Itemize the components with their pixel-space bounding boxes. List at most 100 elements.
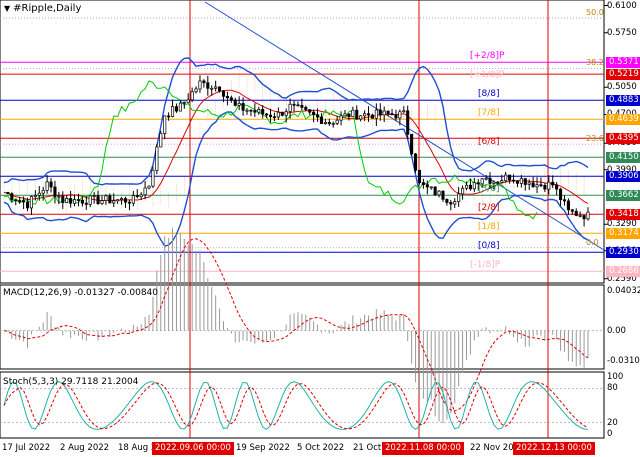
- candle-body: [374, 109, 378, 119]
- candle-body: [249, 109, 253, 112]
- candle-body: [241, 103, 245, 111]
- candle-body: [296, 104, 300, 107]
- candle-body: [88, 195, 92, 205]
- candle-body: [543, 184, 547, 190]
- candle-body: [437, 190, 441, 196]
- bollinger-lower-line: [3, 111, 589, 247]
- candle-body: [233, 99, 237, 106]
- candle-body: [112, 200, 116, 204]
- candle-body: [135, 195, 139, 198]
- price-badge: 0.3418: [606, 208, 640, 220]
- candle-body: [559, 188, 563, 201]
- candle-body: [92, 195, 96, 198]
- candle-body: [229, 97, 233, 101]
- candle-body: [551, 181, 555, 186]
- stoch-axis-label: 80: [607, 383, 618, 394]
- murrey-level-label: [7/8]: [478, 108, 500, 119]
- fib-level-label: 23.6: [586, 134, 604, 144]
- candle-body: [214, 86, 218, 89]
- candle-body: [53, 186, 57, 197]
- candle-body: [159, 133, 163, 148]
- candle-body: [457, 193, 461, 203]
- candle-body: [292, 103, 296, 106]
- candle-body: [182, 101, 186, 104]
- candle-body: [104, 195, 108, 201]
- candle-body: [257, 109, 261, 113]
- murrey-level-label: [3/8]: [478, 184, 500, 195]
- candle-body: [41, 190, 45, 194]
- candle-body: [280, 111, 284, 116]
- candle-body: [496, 181, 500, 184]
- candle-body: [410, 133, 414, 155]
- candle-body: [25, 201, 30, 209]
- candle-body: [202, 80, 206, 84]
- murrey-level-label: [1/8]: [478, 222, 500, 233]
- symbol-label: #Ripple,Daily: [13, 3, 82, 14]
- candle-body: [555, 184, 559, 190]
- candle-body: [80, 199, 84, 204]
- candle-body: [370, 114, 374, 119]
- candle-body: [96, 195, 100, 205]
- candle-body: [100, 200, 104, 205]
- price-axis-label: 0.5750: [607, 27, 637, 38]
- candle-body: [441, 190, 445, 200]
- murrey-level-label: [6/8]: [478, 136, 500, 147]
- time-marker-badge: 2022.09.06 00:00: [152, 442, 234, 455]
- candle-body: [402, 110, 406, 113]
- price-badge: 0.3174: [606, 227, 640, 239]
- candle-body: [61, 195, 65, 203]
- murrey-level-label: [+2/8]P: [470, 51, 505, 62]
- macd-axis-label: 0.00: [607, 325, 626, 336]
- candle-body: [69, 198, 73, 204]
- candle-body: [123, 198, 128, 203]
- trendline: [204, 1, 605, 251]
- candle-body: [312, 111, 316, 116]
- price-badge: 0.2930: [606, 246, 640, 258]
- candle-body: [151, 169, 155, 187]
- candle-body: [186, 99, 190, 103]
- murrey-level-label: [+1/8]P: [470, 70, 505, 81]
- price-badge: 0.4639: [606, 113, 640, 125]
- candle-body: [480, 178, 484, 185]
- candle-body: [523, 178, 527, 185]
- candle-body: [461, 187, 465, 195]
- candle-body: [22, 200, 26, 203]
- time-axis-label: 19 Sep 2022: [236, 443, 290, 453]
- candle-body: [382, 110, 386, 116]
- time-marker-badge: 2022.12.13 00:00: [513, 442, 595, 455]
- candle-body: [492, 181, 496, 184]
- candle-body: [433, 186, 437, 196]
- candle-body: [221, 90, 226, 97]
- candle-body: [511, 179, 516, 182]
- candle-body: [323, 122, 327, 124]
- chikou-line: [3, 80, 538, 220]
- candle-body: [210, 87, 214, 90]
- candle-body: [49, 181, 53, 188]
- candle-body: [272, 116, 276, 119]
- stoch-axis-label: 100: [607, 372, 624, 382]
- main-pane-frame: [0, 0, 605, 284]
- candle-body: [131, 195, 135, 204]
- murrey-level-label: [-1/8]P: [470, 260, 501, 271]
- candle-body: [284, 111, 288, 116]
- candle-body: [390, 113, 394, 116]
- candle-body: [566, 200, 570, 211]
- time-axis-label: 17 Jul 2022: [2, 443, 51, 453]
- candle-body: [167, 115, 171, 118]
- chart-title: ▼ #Ripple,Daily: [4, 3, 81, 14]
- candle-body: [449, 202, 453, 205]
- candle-body: [445, 198, 449, 203]
- price-chart-canvas[interactable]: [0, 0, 640, 457]
- murrey-level-label: [2/8]: [478, 203, 500, 214]
- candle-body: [29, 196, 33, 209]
- candle-body: [147, 185, 151, 189]
- candle-body: [84, 202, 88, 205]
- macd-axis-label: -0.03104: [607, 356, 640, 366]
- candle-body: [484, 177, 488, 180]
- candle-body: [33, 195, 37, 197]
- candle-body: [570, 209, 574, 212]
- time-marker-badge: 2022.11.08 00:00: [382, 442, 464, 455]
- candle-body: [253, 110, 257, 113]
- price-badge: 0.4150: [606, 151, 640, 163]
- price-axis-label: 0.6100: [607, 0, 637, 11]
